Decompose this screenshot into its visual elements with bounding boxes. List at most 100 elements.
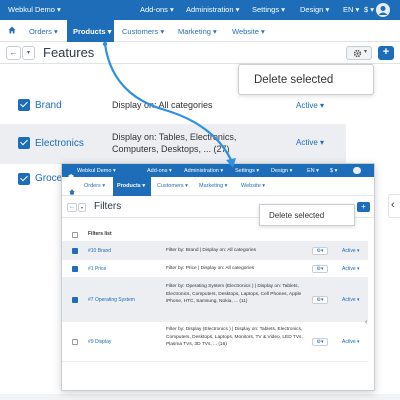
currency-selector[interactable]: $ ▾ bbox=[330, 168, 337, 174]
row-settings-gear-icon[interactable]: ⚙▾ bbox=[312, 338, 328, 346]
nav-label: Customers bbox=[157, 183, 184, 189]
menu-settings[interactable]: Settings ▾ bbox=[235, 168, 259, 174]
delete-selected-item[interactable]: Delete selected bbox=[254, 74, 333, 86]
filter-display: Filter by: Price | Display on: All categ… bbox=[166, 266, 255, 271]
status-label: Active bbox=[342, 266, 356, 272]
nav-website[interactable]: Website ▾ bbox=[241, 183, 265, 189]
status-dropdown[interactable]: Active ▾ bbox=[342, 248, 360, 254]
language-label: EN bbox=[343, 5, 354, 14]
history-dropdown[interactable]: ▾ bbox=[78, 203, 86, 212]
menu-administration[interactable]: Administration ▾ bbox=[186, 5, 239, 14]
filter-name[interactable]: #7 Operating System bbox=[88, 297, 135, 303]
nav-customers[interactable]: Customers ▾ bbox=[157, 183, 188, 189]
nav-orders[interactable]: Orders ▾ bbox=[84, 183, 105, 189]
user-avatar-icon[interactable] bbox=[376, 3, 390, 17]
feature-name[interactable]: Groce bbox=[35, 173, 62, 184]
filter-name[interactable]: #9 Display bbox=[88, 339, 111, 345]
language-label: EN bbox=[307, 167, 315, 174]
currency-label: $ bbox=[364, 5, 369, 14]
select-all-checkbox[interactable] bbox=[72, 232, 78, 238]
status-dropdown[interactable]: Active ▾ bbox=[342, 266, 360, 272]
row-checkbox[interactable] bbox=[18, 137, 30, 149]
home-icon[interactable] bbox=[8, 26, 16, 36]
nav-customers[interactable]: Customers ▾ bbox=[122, 27, 164, 36]
top-bar: Webkul Demo ▾ Add-ons ▾ Administration ▾… bbox=[62, 164, 374, 180]
currency-selector[interactable]: $ ▾ bbox=[364, 5, 374, 14]
bulk-actions-menu: Delete selected bbox=[238, 64, 374, 95]
sidebar-toggle[interactable]: ‹ bbox=[388, 194, 400, 218]
table-row: #7 Operating System Filter by: Operating… bbox=[62, 278, 368, 322]
nav-label: Marketing bbox=[178, 27, 211, 36]
currency-label: $ bbox=[330, 167, 334, 174]
add-feature-button[interactable]: + bbox=[378, 46, 394, 60]
chevron-left-icon: ‹ bbox=[391, 199, 395, 211]
menu-design[interactable]: Design ▾ bbox=[271, 168, 292, 174]
top-bar: Webkul Demo ▾ Add-ons ▾ Administration ▾… bbox=[0, 0, 400, 20]
add-filter-button[interactable]: + bbox=[357, 202, 370, 212]
nav-label: Orders bbox=[29, 27, 52, 36]
menu-design[interactable]: Design ▾ bbox=[300, 5, 329, 14]
nav-marketing[interactable]: Marketing ▾ bbox=[199, 183, 227, 189]
settings-gear-button[interactable]: ▾ bbox=[346, 46, 372, 60]
page-title: Features bbox=[43, 45, 95, 60]
menu-label: Add-ons bbox=[147, 167, 168, 174]
nav-label: Products bbox=[73, 27, 106, 36]
menu-label: Administration bbox=[184, 167, 219, 174]
status-dropdown[interactable]: Active ▾ bbox=[296, 138, 324, 147]
history-dropdown[interactable]: ▾ bbox=[22, 46, 35, 60]
back-arrow-icon[interactable]: ← bbox=[67, 203, 77, 212]
menu-label: Settings bbox=[235, 167, 255, 174]
nav-website[interactable]: Website ▾ bbox=[232, 27, 265, 36]
status-dropdown[interactable]: Active ▾ bbox=[296, 101, 324, 110]
chevron-down-icon: ▾ bbox=[364, 49, 368, 55]
row-checkbox[interactable] bbox=[18, 173, 30, 185]
store-name: Webkul Demo bbox=[77, 167, 112, 174]
menu-label: Design bbox=[271, 167, 289, 174]
row-settings-gear-icon[interactable]: ⚙▾ bbox=[312, 247, 328, 255]
store-switcher[interactable]: Webkul Demo ▾ bbox=[77, 168, 116, 174]
filter-display: Filter by: Operating System (Electronics… bbox=[166, 284, 302, 304]
row-checkbox[interactable] bbox=[72, 297, 78, 303]
main-nav: Orders ▾ Products ▾ Customers ▾ Marketin… bbox=[0, 20, 400, 42]
feature-name[interactable]: Electronics bbox=[35, 138, 84, 149]
nav-label: Orders bbox=[84, 183, 101, 189]
nav-marketing[interactable]: Marketing ▾ bbox=[178, 27, 217, 36]
status-label: Active bbox=[296, 101, 318, 110]
menu-label: Add-ons bbox=[140, 5, 168, 14]
gear-icon bbox=[353, 49, 362, 58]
row-checkbox[interactable] bbox=[72, 339, 78, 345]
filter-name[interactable]: #10 Brand bbox=[88, 248, 111, 254]
chevron-left-icon[interactable]: ‹ bbox=[365, 319, 367, 326]
feature-display: Display on: Tables, Electronics, Compute… bbox=[112, 132, 237, 154]
status-dropdown[interactable]: Active ▾ bbox=[342, 339, 360, 345]
nav-products[interactable]: Products ▾ bbox=[73, 27, 111, 36]
filters-screenshot-inset: Webkul Demo ▾ Add-ons ▾ Administration ▾… bbox=[61, 163, 375, 391]
bulk-actions-menu: Delete selected bbox=[259, 204, 355, 226]
language-selector[interactable]: EN ▾ bbox=[307, 168, 319, 174]
filter-name[interactable]: #1 Price bbox=[88, 266, 106, 272]
status-label: Active bbox=[342, 297, 356, 303]
row-settings-gear-icon[interactable]: ⚙▾ bbox=[312, 296, 328, 304]
table-row: #9 Display Filter by: Display (Electroni… bbox=[62, 322, 368, 362]
delete-selected-item[interactable]: Delete selected bbox=[269, 211, 324, 220]
store-name: Webkul Demo bbox=[8, 5, 55, 14]
list-header-label: Filters list bbox=[88, 231, 112, 237]
row-checkbox[interactable] bbox=[18, 99, 30, 111]
user-avatar-icon[interactable] bbox=[353, 167, 361, 174]
row-settings-gear-icon[interactable]: ⚙▾ bbox=[312, 265, 328, 273]
row-checkbox[interactable] bbox=[72, 248, 78, 254]
menu-addons[interactable]: Add-ons ▾ bbox=[147, 168, 172, 174]
status-dropdown[interactable]: Active ▾ bbox=[342, 297, 360, 303]
feature-name[interactable]: Brand bbox=[35, 100, 62, 111]
back-arrow-icon[interactable]: ← bbox=[6, 46, 21, 60]
page-title: Filters bbox=[94, 201, 122, 212]
store-switcher[interactable]: Webkul Demo ▾ bbox=[8, 5, 61, 14]
nav-orders[interactable]: Orders ▾ bbox=[29, 27, 58, 36]
main-nav: Orders ▾ Products ▾ Customers ▾ Marketin… bbox=[62, 177, 374, 196]
menu-administration[interactable]: Administration ▾ bbox=[184, 168, 223, 174]
row-checkbox[interactable] bbox=[72, 266, 78, 272]
language-selector[interactable]: EN ▾ bbox=[343, 5, 359, 14]
menu-addons[interactable]: Add-ons ▾ bbox=[140, 5, 174, 14]
nav-products[interactable]: Products ▾ bbox=[117, 183, 145, 189]
menu-settings[interactable]: Settings ▾ bbox=[252, 5, 285, 14]
